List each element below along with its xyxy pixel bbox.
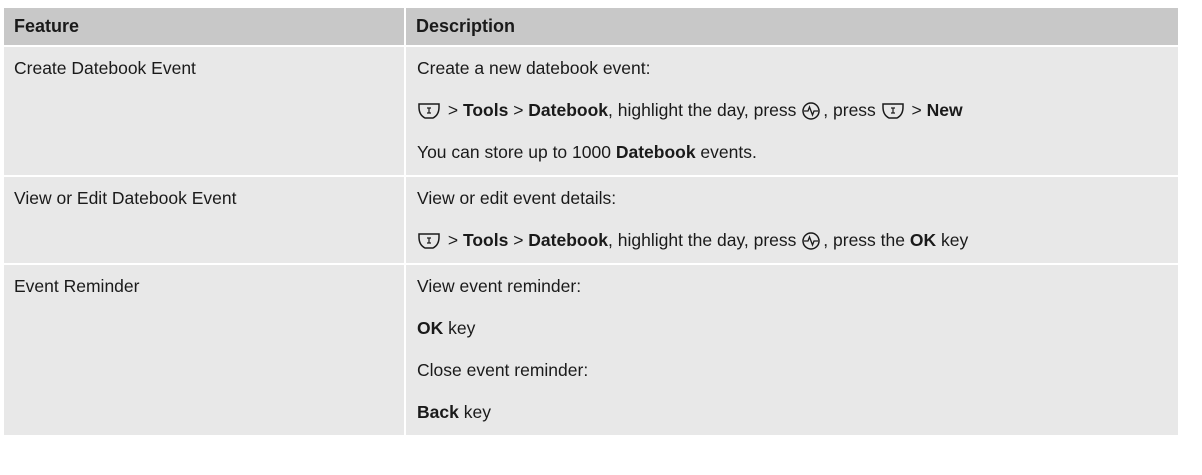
description-line: Back key (417, 391, 1178, 433)
menu-key-icon (881, 94, 905, 136)
feature-name: View or Edit Datebook Event (14, 188, 237, 208)
text-segment: Back (417, 402, 459, 422)
description-cell: View or edit event details: > Tools > Da… (406, 177, 1178, 263)
feature-name: Create Datebook Event (14, 58, 196, 78)
text-segment: Tools (462, 100, 509, 120)
text-segment: > (906, 100, 927, 120)
description-text: Close event reminder: (417, 360, 589, 380)
text-segment: Datebook (528, 230, 609, 250)
text-segment: key (443, 318, 476, 338)
text-segment: , highlight the day, press (608, 230, 802, 250)
text-segment: OK (417, 318, 444, 338)
text-segment: Datebook (528, 100, 609, 120)
table-row: View or Edit Datebook Event View or edit… (4, 175, 1178, 263)
description-line: > Tools > Datebook, highlight the day, p… (417, 89, 1178, 131)
text-segment: , highlight the day, press (608, 100, 802, 120)
table-header-row: Feature Description (4, 8, 1178, 45)
description-cell: View event reminder: OK key Close event … (406, 265, 1178, 435)
feature-cell: Event Reminder (4, 265, 406, 435)
header-description: Description (406, 8, 1178, 45)
text-segment: New (926, 100, 963, 120)
description-line: You can store up to 1000 Datebook events… (417, 131, 1178, 173)
description-cell: Create a new datebook event: > Tools > D… (406, 47, 1178, 175)
description-line: View or edit event details: (417, 177, 1178, 219)
text-segment: key (458, 402, 491, 422)
text-segment: > (508, 230, 529, 250)
text-segment: > (443, 230, 463, 250)
text-segment: , press (823, 100, 881, 120)
description-line: View event reminder: (417, 265, 1178, 307)
menu-key-icon (417, 94, 441, 136)
nav-key-icon (801, 224, 821, 266)
text-segment: key (936, 230, 969, 250)
header-feature: Feature (4, 8, 406, 45)
description-line: OK key (417, 307, 1178, 349)
feature-name: Event Reminder (14, 276, 140, 296)
text-segment: Datebook (615, 142, 696, 162)
text-segment: , press the (823, 230, 910, 250)
description-line: Create a new datebook event: (417, 47, 1178, 89)
text-segment: > (443, 100, 463, 120)
text-segment: OK (909, 230, 937, 250)
text-segment: > (508, 100, 529, 120)
text-segment: You can store up to 1000 (417, 142, 616, 162)
description-text: Create a new datebook event: (417, 58, 651, 78)
menu-key-icon (417, 224, 441, 266)
table-row: Create Datebook Event Create a new dateb… (4, 45, 1178, 175)
description-text: View or edit event details: (417, 188, 617, 208)
table-row: Event Reminder View event reminder: OK k… (4, 263, 1178, 435)
nav-key-icon (801, 94, 821, 136)
description-line: > Tools > Datebook, highlight the day, p… (417, 219, 1178, 261)
feature-table: Feature Description Create Datebook Even… (4, 8, 1178, 435)
description-text: View event reminder: (417, 276, 582, 296)
feature-cell: Create Datebook Event (4, 47, 406, 175)
text-segment: Tools (462, 230, 509, 250)
description-line: Close event reminder: (417, 349, 1178, 391)
feature-cell: View or Edit Datebook Event (4, 177, 406, 263)
text-segment: events. (695, 142, 757, 162)
